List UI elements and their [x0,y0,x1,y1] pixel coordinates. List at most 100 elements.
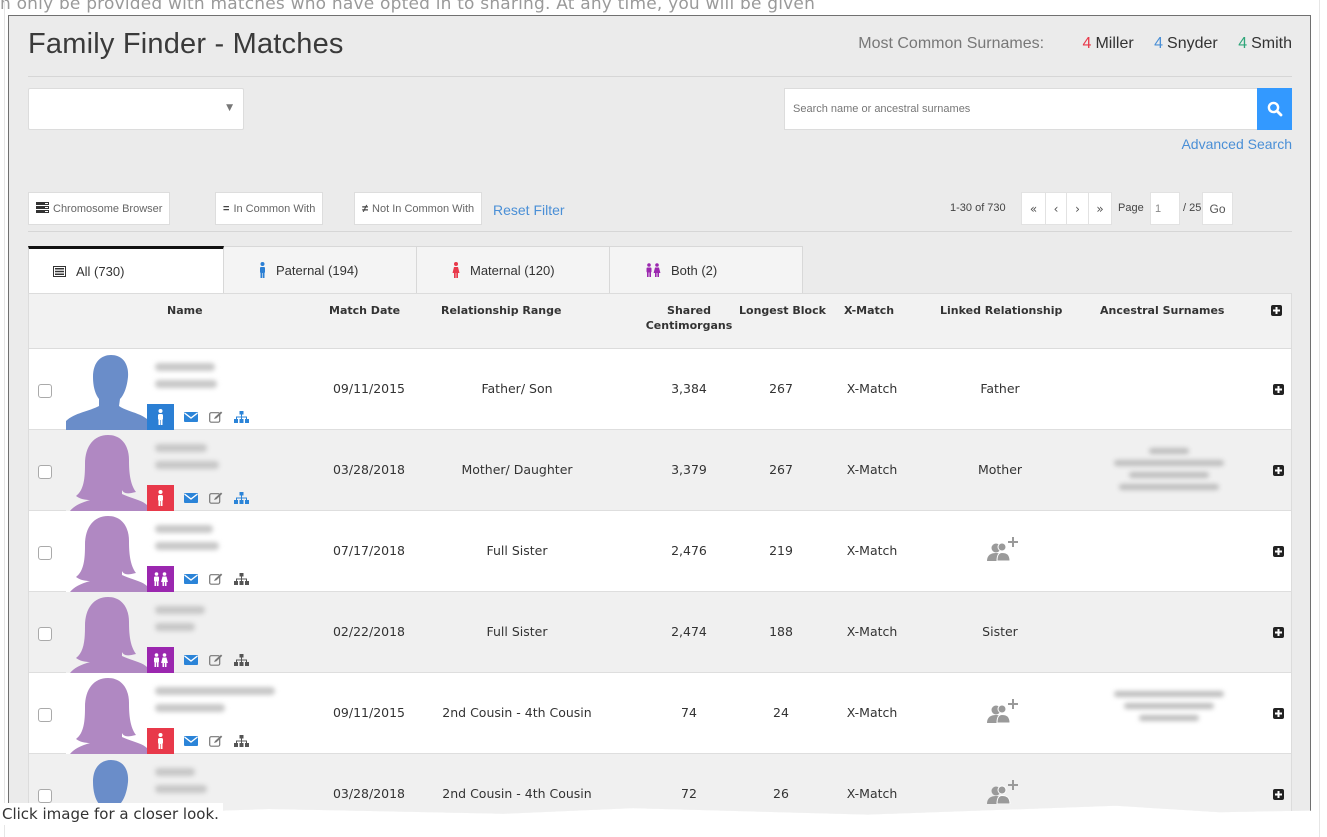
avatar[interactable] [66,592,147,673]
next-page-button[interactable]: › [1066,192,1089,225]
longest-block: 26 [773,786,789,801]
longest-block: 267 [769,381,793,396]
email-icon[interactable] [183,412,199,422]
expand-row-button[interactable] [1273,626,1284,641]
match-name[interactable] [155,525,295,559]
column-header-shared-cm[interactable]: Shared Centimorgans [644,303,734,333]
family-tree-icon[interactable] [233,573,249,585]
avatar[interactable] [66,349,147,430]
expand-row-button[interactable] [1273,464,1284,479]
email-icon[interactable] [183,655,199,665]
column-header-ancestral-surnames[interactable]: Ancestral Surnames [1100,303,1224,318]
not-in-common-with-button[interactable]: ≠ Not In Common With [354,192,483,225]
match-name[interactable] [155,444,295,478]
column-header-relationship-range[interactable]: Relationship Range [441,303,561,318]
reset-filter-link[interactable]: Reset Filter [493,202,565,218]
female-avatar-icon [70,516,147,592]
row-checkbox[interactable] [38,465,52,479]
family-tree-icon[interactable] [233,816,249,817]
matches-screenshot-card[interactable]: Family Finder - Matches Most Common Surn… [8,15,1311,817]
family-tree-icon[interactable] [233,654,249,666]
avatar[interactable] [66,673,147,754]
chevron-down-icon: ▼ [226,103,233,113]
in-common-with-button[interactable]: = In Common With [215,192,324,225]
expand-row-icon [1273,708,1284,719]
expand-row-button[interactable] [1273,383,1284,398]
match-name[interactable] [155,687,295,721]
header-line: Shared [667,304,711,317]
tab-both[interactable]: Both (2) [610,246,803,294]
surname-item[interactable]: 4 Smith [1238,35,1292,52]
table-row[interactable]: 09/11/2015 Father/ Son 3,384 267 X-Match… [29,349,1291,430]
table-row[interactable]: 02/22/2018 Full Sister 2,474 188 X-Match… [29,592,1291,673]
blurred-text [155,363,215,371]
tab-maternal[interactable]: Maternal (120) [417,246,610,294]
edit-note-icon[interactable] [208,735,224,747]
filter-select[interactable]: ▼ [28,88,244,130]
family-tree-icon[interactable] [233,492,249,504]
expand-all-icon[interactable] [1271,305,1282,320]
shared-centimorgans: 72 [681,786,697,801]
match-name[interactable] [155,606,295,640]
row-checkbox[interactable] [38,546,52,560]
row-actions [147,728,249,754]
column-header-linked-relationship[interactable]: Linked Relationship [940,303,1062,318]
column-header-x-match[interactable]: X-Match [844,303,894,318]
column-header-longest-block[interactable]: Longest Block [739,303,826,318]
row-checkbox[interactable] [38,708,52,722]
avatar[interactable] [66,511,147,592]
page-title: Family Finder - Matches [28,28,344,60]
edit-note-icon[interactable] [208,492,224,504]
surname-item[interactable]: 4 Snyder [1154,35,1218,52]
row-checkbox[interactable] [38,627,52,641]
family-tree-icon[interactable] [233,735,249,747]
blurred-text [155,380,217,388]
table-row[interactable]: 03/28/2018 Mother/ Daughter 3,379 267 X-… [29,430,1291,511]
x-match: X-Match [846,543,898,558]
expand-row-button[interactable] [1273,545,1284,560]
edit-note-icon[interactable] [208,654,224,666]
male-icon [158,409,163,425]
first-page-button[interactable]: « [1021,192,1046,225]
email-icon[interactable] [183,736,199,746]
tab-paternal[interactable]: Paternal (194) [224,246,417,294]
match-tabs: All (730) Paternal (194) Maternal (120) … [28,246,803,294]
edit-note-icon[interactable] [208,573,224,585]
row-checkbox[interactable] [38,384,52,398]
chromosome-browser-button[interactable]: Chromosome Browser [28,192,171,225]
maternal-side-badge [147,485,174,511]
edit-note-icon[interactable] [208,411,224,423]
x-match: X-Match [846,624,898,639]
add-linked-relationship-button[interactable] [984,780,1020,807]
email-icon[interactable] [183,493,199,503]
advanced-search-link[interactable]: Advanced Search [1181,136,1292,152]
expand-row-button[interactable] [1273,788,1284,803]
male-icon [259,262,266,278]
go-button[interactable]: Go [1202,192,1233,225]
surname-item[interactable]: 4 Miller [1083,35,1134,52]
row-checkbox[interactable] [38,789,52,803]
table-row[interactable]: 07/17/2018 Full Sister 2,476 219 X-Match [29,511,1291,592]
tab-all[interactable]: All (730) [28,246,224,294]
family-tree-icon[interactable] [233,411,249,423]
blurred-text [155,461,219,469]
previous-page-button[interactable]: ‹ [1045,192,1067,225]
add-linked-relationship-button[interactable] [984,537,1020,564]
avatar[interactable] [66,430,147,511]
add-linked-relationship-icon [987,780,1018,805]
email-icon[interactable] [183,574,199,584]
page-number-input[interactable] [1150,192,1180,225]
column-header-match-date[interactable]: Match Date [329,303,400,318]
add-linked-relationship-button[interactable] [984,699,1020,726]
table-row[interactable]: 09/11/2015 2nd Cousin - 4th Cousin 74 24… [29,673,1291,754]
column-header-name[interactable]: Name [167,303,203,318]
expand-row-button[interactable] [1273,707,1284,722]
search-input[interactable] [785,89,1235,129]
chromosome-icon [36,201,49,216]
controls-divider [28,231,1292,232]
blurred-text [155,785,207,793]
last-page-button[interactable]: » [1088,192,1112,225]
search-button[interactable] [1257,88,1292,130]
match-name[interactable] [155,768,295,802]
match-name[interactable] [155,363,295,397]
